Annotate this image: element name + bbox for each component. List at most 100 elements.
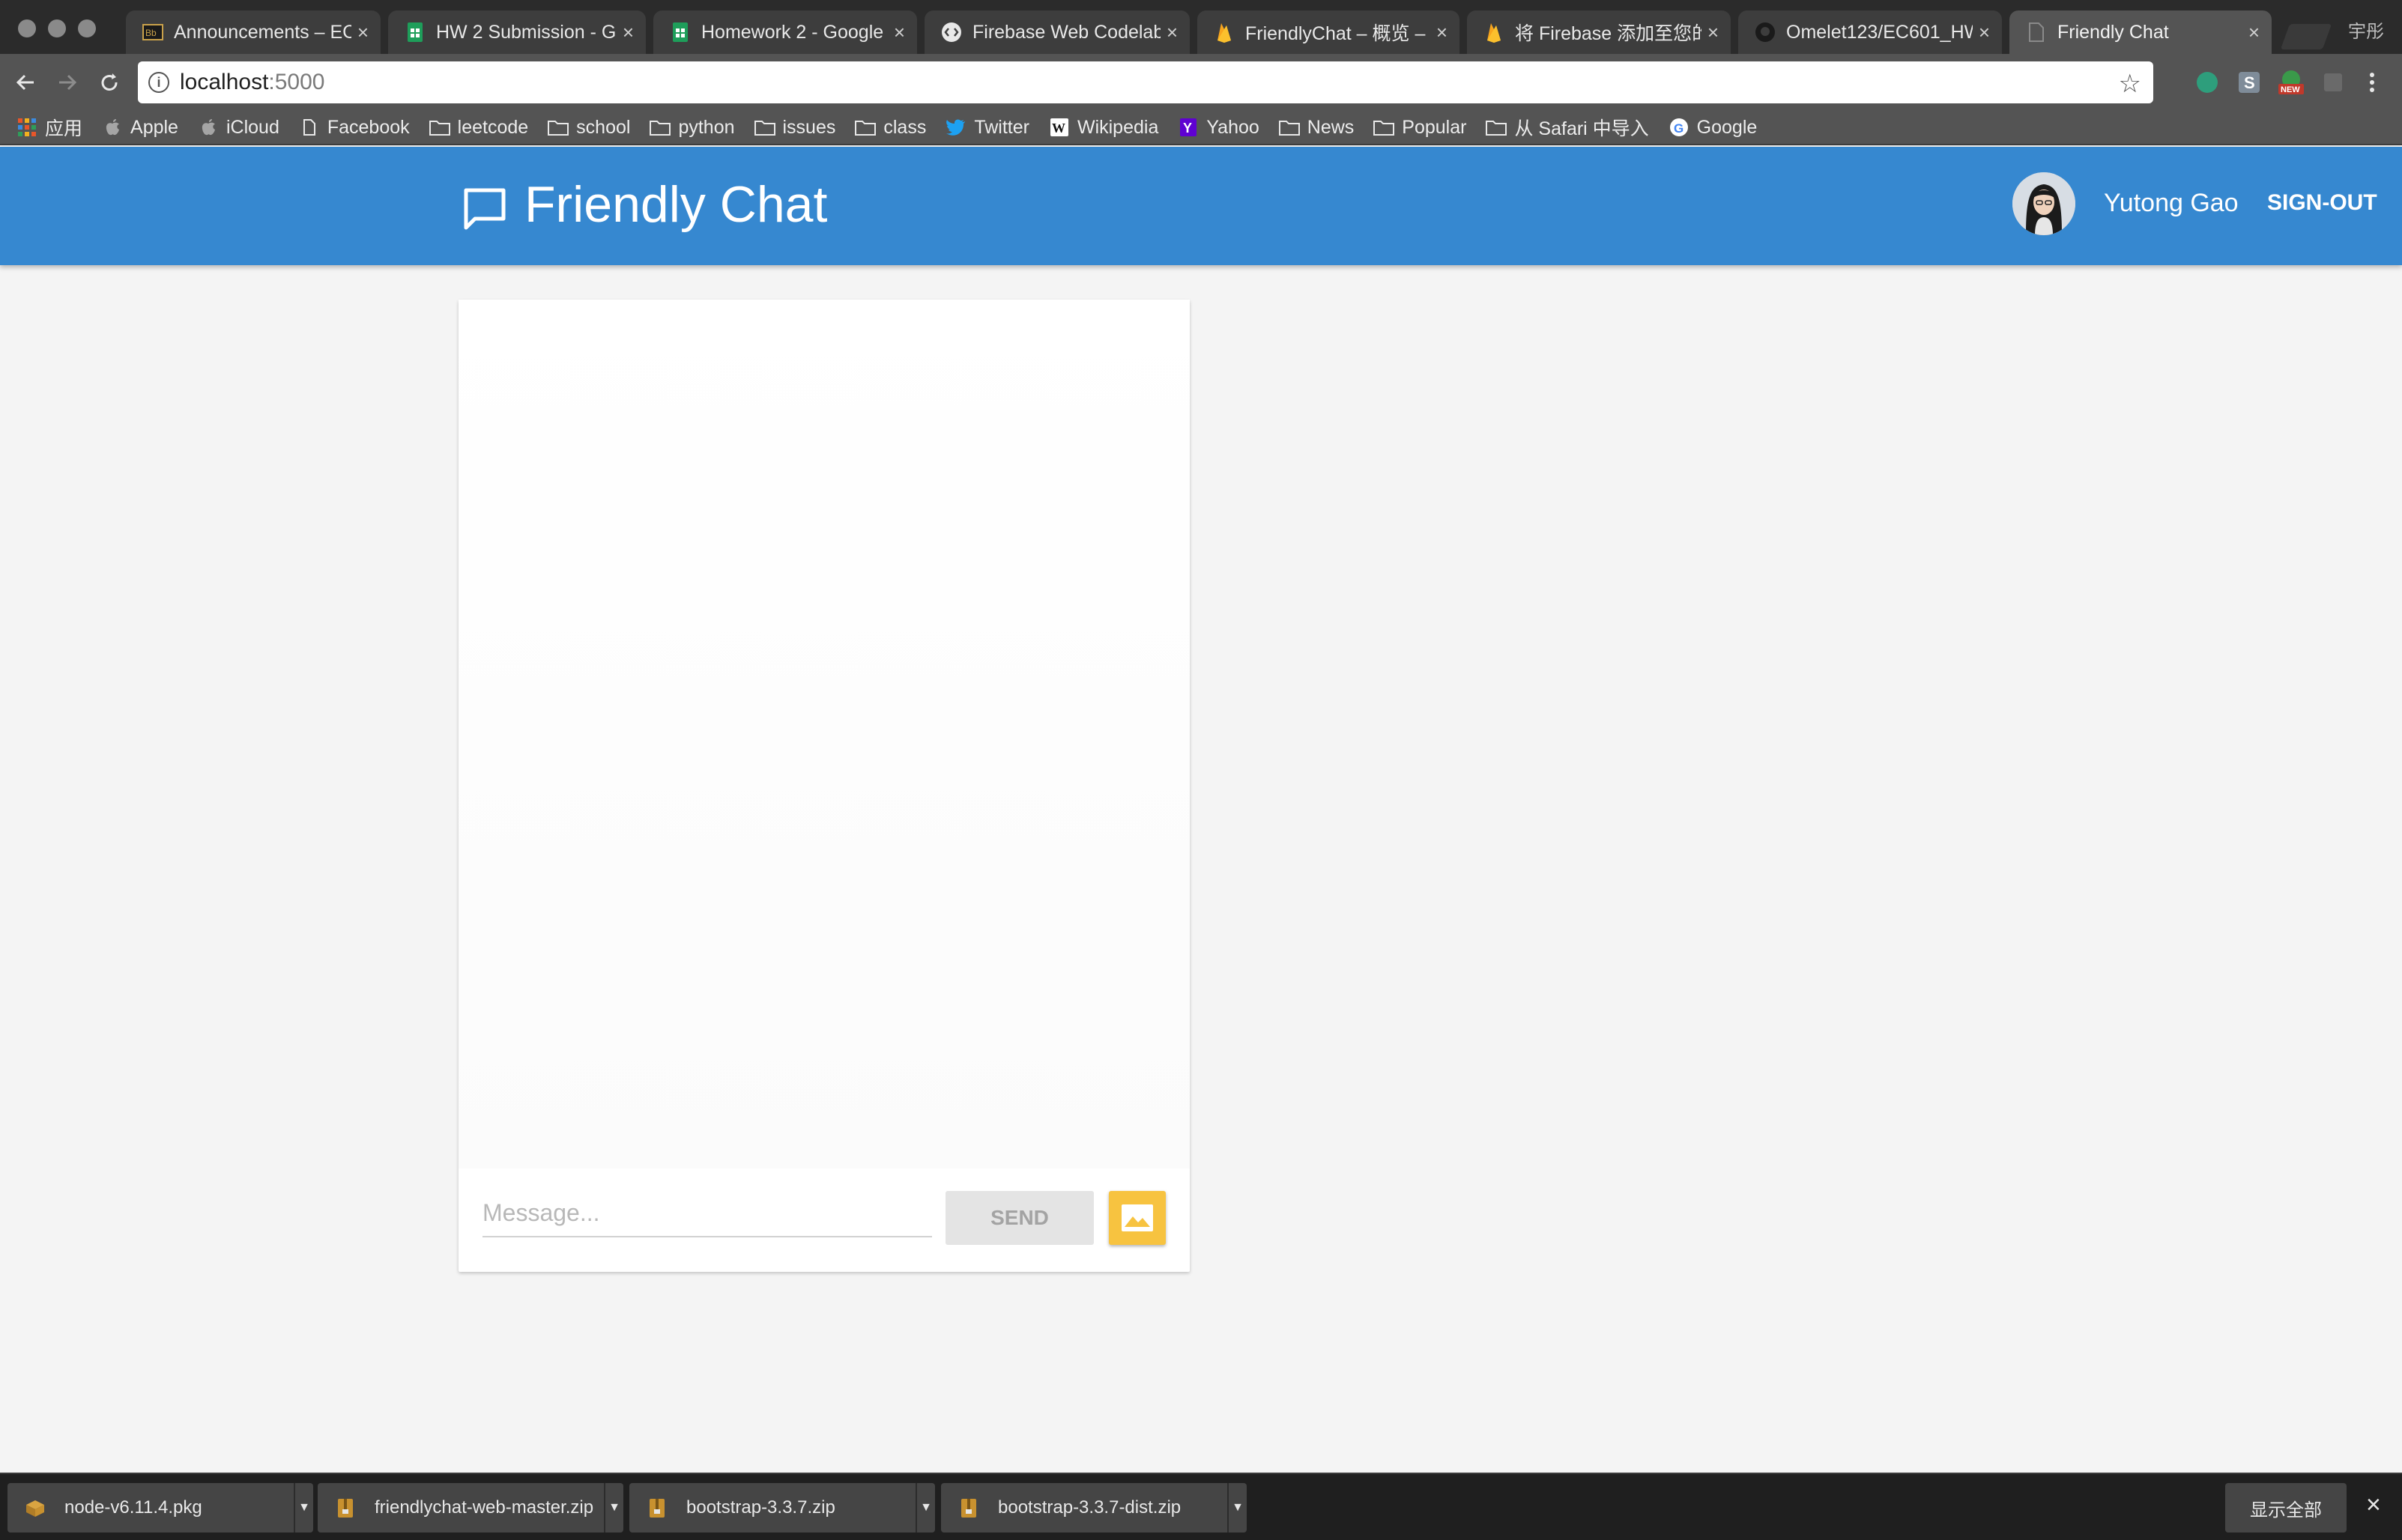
page-icon [299,118,320,137]
tab-close-icon[interactable]: × [1979,21,1990,44]
browser-titlebar: Bb Announcements – EC × HW 2 Submission … [0,0,2402,54]
bookmark-label: 应用 [45,118,83,139]
download-filename: bootstrap-3.3.7-dist.zip [998,1497,1182,1518]
bookmark-apps[interactable]: 应用 [16,114,82,141]
chevron-down-icon[interactable]: ▼ [294,1483,313,1533]
browser-tab[interactable]: FriendlyChat – 概览 – F × [1197,10,1459,54]
bookmark-folder-class[interactable]: class [855,117,926,139]
page-icon [2026,22,2047,43]
chevron-down-icon[interactable]: ▼ [916,1483,935,1533]
folder-icon [650,118,671,137]
tab-close-icon[interactable]: × [1167,21,1178,44]
close-icon[interactable]: × [2366,1491,2381,1520]
upload-image-button[interactable] [1109,1191,1166,1245]
download-item[interactable]: bootstrap-3.3.7-dist.zip ▼ [941,1483,1247,1533]
menu-kebab-icon[interactable] [2359,69,2386,96]
back-arrow-icon[interactable] [10,67,40,97]
url-host: localhost [180,70,269,94]
user-name: Yutong Gao [2104,189,2239,217]
download-item[interactable]: friendlychat-web-master.zip ▼ [318,1483,623,1533]
browser-tab-active[interactable]: Friendly Chat × [2009,10,2272,54]
google-icon: G [1669,118,1689,137]
bookmark-apple[interactable]: Apple [102,117,178,139]
bookmark-star-icon[interactable]: ☆ [2119,69,2141,99]
wikipedia-icon: W [1049,118,1070,137]
tab-close-icon[interactable]: × [1436,21,1447,44]
url-port: :5000 [268,70,325,94]
twitter-icon [946,118,966,137]
download-item[interactable]: node-v6.11.4.pkg ▼ [7,1483,313,1533]
extension-s-icon[interactable]: S [2236,69,2263,96]
firebase-icon [1483,22,1504,43]
bookmark-folder-school[interactable]: school [548,117,630,139]
avatar [2012,172,2075,235]
download-filename: friendlychat-web-master.zip [375,1497,594,1518]
tab-close-icon[interactable]: × [357,21,369,44]
bookmark-folder-issues[interactable]: issues [754,116,836,139]
bookmark-icloud[interactable]: iCloud [198,117,279,139]
svg-text:W: W [1052,121,1065,136]
address-bar[interactable]: i localhost:5000 ☆ [138,61,2153,103]
download-item[interactable]: bootstrap-3.3.7.zip ▼ [629,1483,935,1533]
bookmark-label: iCloud [226,116,279,138]
bookmark-label: issues [782,116,836,138]
bookmark-folder-news[interactable]: News [1278,116,1355,139]
browser-tab[interactable]: Firebase Web Codelab × [925,10,1190,54]
extension-douban-icon[interactable] [2320,69,2347,96]
bookmark-label: News [1307,116,1355,138]
chevron-down-icon[interactable]: ▼ [604,1483,623,1533]
sign-out-button[interactable]: SIGN-OUT [2267,190,2377,216]
bookmark-label: class [883,116,927,138]
browser-tab[interactable]: Omelet123/EC601_HW × [1738,10,2002,54]
tab-close-icon[interactable]: × [623,21,634,44]
profile-name[interactable]: 宇彤 [2348,16,2384,43]
google-sheets-icon [405,22,426,43]
bookmark-facebook[interactable]: Facebook [299,117,410,139]
zip-archive-icon [650,1499,665,1518]
tab-title: HW 2 Submission - Go [436,21,617,43]
browser-tab[interactable]: HW 2 Submission - Go × [388,10,646,54]
reload-icon[interactable] [94,67,124,97]
google-sheets-icon [670,22,691,43]
new-tab-button[interactable] [2280,24,2332,49]
tab-title: Announcements – EC [174,21,351,43]
bookmark-folder-python[interactable]: python [650,116,735,139]
site-info-icon[interactable]: i [148,72,169,93]
window-close-dot[interactable] [18,19,36,37]
zip-archive-icon [338,1499,353,1518]
bookmark-label: python [678,116,735,138]
chevron-down-icon[interactable]: ▼ [1227,1483,1247,1533]
bookmark-yahoo[interactable]: Y Yahoo [1178,117,1259,139]
svg-text:Y: Y [1183,121,1192,136]
bookmark-folder-popular[interactable]: Popular [1373,117,1466,139]
bookmark-label: Google [1696,116,1758,138]
extension-new-badge-icon[interactable]: NEW [2278,69,2305,96]
tab-title: Firebase Web Codelab [972,21,1161,43]
bookmark-wikipedia[interactable]: W Wikipedia [1049,117,1158,139]
window-minimize-dot[interactable] [48,19,66,37]
bookmark-label: Wikipedia [1077,116,1159,138]
bookmark-folder-safari-import[interactable]: 从 Safari 中导入 [1486,114,1649,141]
browser-tab[interactable]: Bb Announcements – EC × [126,10,381,54]
bookmark-twitter[interactable]: Twitter [946,117,1029,139]
messages-card: SEND [459,300,1190,1272]
tab-close-icon[interactable]: × [2248,21,2260,44]
tab-title: Omelet123/EC601_HW [1786,21,1973,43]
download-filename: bootstrap-3.3.7.zip [686,1497,835,1518]
svg-text:G: G [1674,121,1683,136]
browser-tab[interactable]: Homework 2 - Google × [653,10,917,54]
send-button[interactable]: SEND [946,1191,1094,1245]
browser-tab[interactable]: 将 Firebase 添加至您的 × [1467,10,1731,54]
tab-close-icon[interactable]: × [894,21,905,44]
extension-green-circle-icon[interactable] [2194,69,2221,96]
show-all-downloads-button[interactable]: 显示全部 [2225,1483,2347,1533]
bookmark-label: 从 Safari 中导入 [1514,118,1649,139]
tab-close-icon[interactable]: × [1707,21,1719,44]
blackboard-icon: Bb [142,22,163,43]
bookmark-google[interactable]: G Google [1669,116,1758,139]
forward-arrow-icon[interactable] [52,67,82,97]
bookmark-label: Popular [1402,116,1467,138]
message-input[interactable] [482,1189,932,1237]
window-zoom-dot[interactable] [78,19,96,37]
bookmark-folder-leetcode[interactable]: leetcode [429,117,528,139]
